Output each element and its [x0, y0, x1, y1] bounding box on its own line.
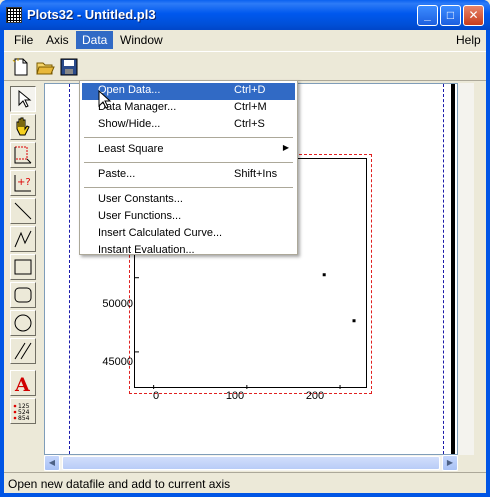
- menu-window[interactable]: Window: [114, 31, 169, 49]
- hand-tool[interactable]: [10, 114, 36, 140]
- point-query-icon: +?: [14, 175, 31, 192]
- menu-least-square[interactable]: Least Square ▶: [82, 142, 295, 159]
- menu-user-constants[interactable]: User Constants...: [82, 192, 295, 209]
- rounded-rectangle-tool[interactable]: [10, 282, 36, 308]
- hand-icon: [16, 117, 30, 136]
- app-icon[interactable]: [6, 7, 22, 23]
- y-tick-label-50000: 50000: [102, 298, 133, 310]
- horizontal-scrollbar[interactable]: ◀ ▶: [44, 455, 458, 471]
- menu-separator: [82, 134, 295, 142]
- page-edge: [451, 84, 455, 454]
- save-disk-icon: [60, 58, 78, 76]
- arrow-pointer-icon: [18, 89, 32, 108]
- new-file-button[interactable]: [10, 56, 32, 78]
- menu-data-manager[interactable]: Data Manager... Ctrl+M: [82, 100, 295, 117]
- x-tick-label-100: 100: [225, 390, 245, 402]
- number-label-3: 854: [18, 415, 30, 422]
- close-button[interactable]: ✕: [463, 5, 484, 26]
- status-bar: Open new datafile and add to current axi…: [4, 472, 486, 493]
- page-margin-right: [443, 84, 444, 454]
- number-labels-tool[interactable]: 125 524 854: [10, 398, 36, 424]
- mouse-cursor-icon: [98, 90, 112, 109]
- menu-open-data[interactable]: Open Data... Ctrl+D: [82, 83, 295, 100]
- parallel-lines-tool[interactable]: [10, 338, 36, 364]
- menu-user-functions[interactable]: User Functions...: [82, 209, 295, 226]
- page-margin-left: [69, 84, 70, 454]
- menu-file[interactable]: File: [8, 31, 39, 49]
- polyline-tool[interactable]: [10, 226, 36, 252]
- menu-instant-evaluation[interactable]: Instant Evaluation...: [82, 243, 295, 260]
- submenu-arrow-icon: ▶: [282, 143, 289, 152]
- x-tick-label-200: 200: [305, 390, 325, 402]
- save-file-button[interactable]: [58, 56, 80, 78]
- menu-insert-calculated-curve[interactable]: Insert Calculated Curve...: [82, 226, 295, 243]
- window-title: Plots32 - Untitled.pl3: [27, 7, 156, 22]
- svg-text:+?: +?: [17, 177, 31, 188]
- vertical-scrollbar[interactable]: [458, 83, 474, 455]
- menu-help[interactable]: Help: [450, 31, 487, 49]
- text-tool[interactable]: A: [10, 370, 36, 396]
- polyline-icon: [14, 230, 32, 248]
- maximize-button[interactable]: □: [440, 5, 461, 26]
- scroll-left-button[interactable]: ◀: [44, 455, 60, 471]
- text-a-icon: A: [14, 374, 30, 395]
- rectangle-tool[interactable]: [10, 254, 36, 280]
- line-icon: [14, 202, 32, 220]
- rounded-rectangle-icon: [14, 287, 32, 303]
- y-tick-label-45000: 45000: [102, 356, 133, 368]
- horizontal-scroll-thumb[interactable]: [62, 456, 440, 470]
- new-file-icon: [12, 58, 28, 76]
- menu-data[interactable]: Data: [76, 31, 114, 49]
- toolbar: [4, 51, 486, 81]
- tool-palette: +? A 125 524 854: [10, 86, 38, 456]
- menu-separator: [82, 159, 295, 167]
- scroll-right-button[interactable]: ▶: [442, 455, 458, 471]
- data-point: [322, 273, 326, 277]
- menu-axis[interactable]: Axis: [40, 31, 75, 49]
- menu-bar: File Axis Data Window Help: [4, 30, 486, 50]
- minimize-button[interactable]: _: [417, 5, 438, 26]
- ellipse-tool[interactable]: [10, 310, 36, 336]
- x-tick-label-0: 0: [152, 390, 160, 402]
- rectangle-icon: [14, 259, 32, 275]
- text-tool-glyph: A: [14, 374, 30, 395]
- ellipse-icon: [14, 314, 32, 332]
- point-query-tool[interactable]: +?: [10, 170, 36, 196]
- client-area: File Axis Data Window Help +? A 125 524 …: [4, 30, 486, 493]
- menu-separator: [82, 184, 295, 192]
- menu-show-hide[interactable]: Show/Hide... Ctrl+S: [82, 117, 295, 134]
- status-text: Open new datafile and add to current axi…: [8, 477, 231, 491]
- zoom-box-tool[interactable]: [10, 142, 36, 168]
- line-tool[interactable]: [10, 198, 36, 224]
- data-point: [352, 319, 356, 323]
- title-bar[interactable]: Plots32 - Untitled.pl3 _ □ ✕: [0, 0, 490, 30]
- pointer-tool[interactable]: [10, 86, 36, 112]
- parallel-lines-icon: [14, 342, 32, 360]
- menu-paste[interactable]: Paste... Shift+Ins: [82, 167, 295, 184]
- open-file-button[interactable]: [34, 56, 56, 78]
- app-window: Plots32 - Untitled.pl3 _ □ ✕ File Axis D…: [0, 0, 490, 497]
- open-folder-icon: [36, 62, 55, 75]
- number-labels-icon: 125 524 854: [13, 403, 30, 422]
- zoom-box-icon: [14, 146, 32, 164]
